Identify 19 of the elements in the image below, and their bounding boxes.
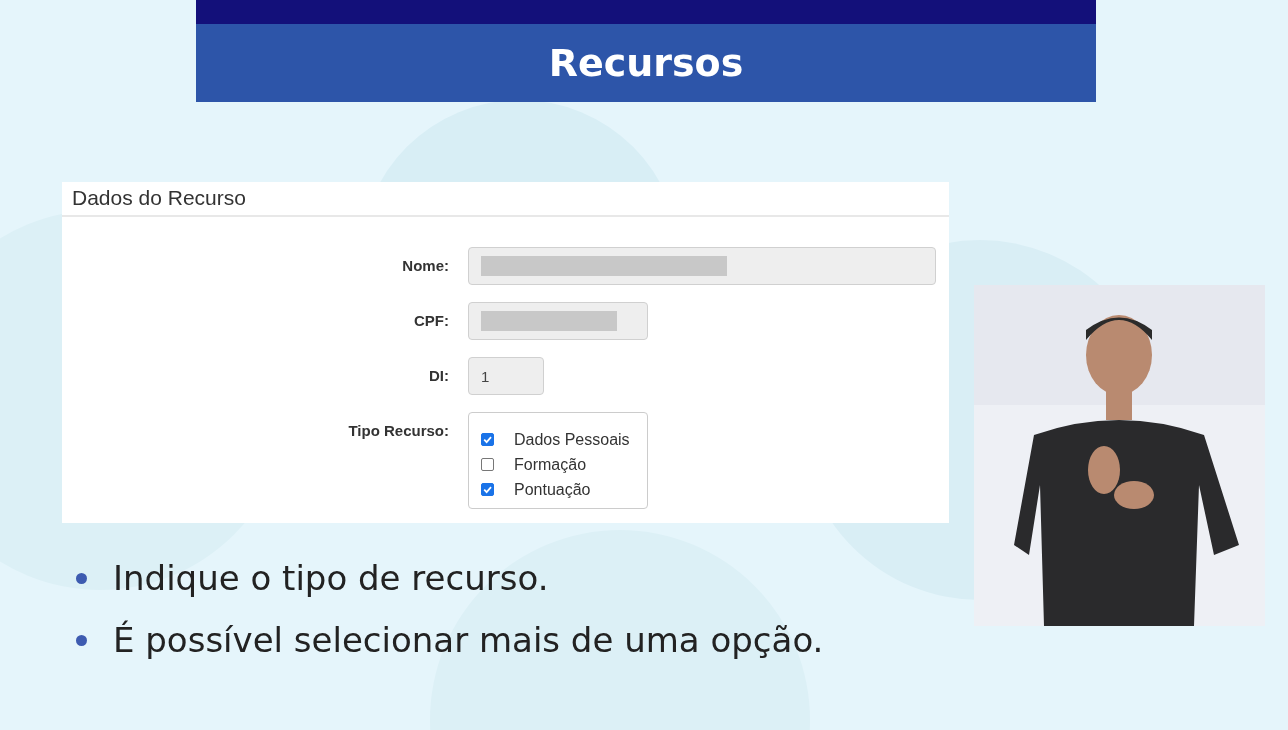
field-label: CPF: (413, 311, 450, 329)
checkbox-label: Formação (514, 455, 587, 474)
input-field[interactable] (468, 302, 648, 340)
bullet-icon (76, 572, 87, 584)
input-field[interactable]: 1 (468, 357, 544, 395)
checkbox[interactable] (481, 433, 494, 446)
field-label: DI: (428, 366, 450, 384)
bullet-icon (76, 634, 87, 646)
bullet-text: Indique o tipo de recurso. (113, 558, 549, 598)
checkbox[interactable] (481, 458, 494, 471)
checkbox[interactable] (481, 483, 494, 496)
section-heading: Dados do Recurso (62, 182, 949, 217)
checkbox-label: Dados Pessoais (514, 430, 630, 449)
checkbox-label: Pontuação (514, 480, 591, 499)
input-field[interactable] (468, 247, 936, 285)
field-label: Nome: (401, 256, 450, 274)
slide-title: Recursos (548, 41, 744, 85)
bullet-text: É possível selecionar mais de uma opção. (113, 620, 824, 660)
field-label: Tipo Recurso: (347, 421, 450, 439)
